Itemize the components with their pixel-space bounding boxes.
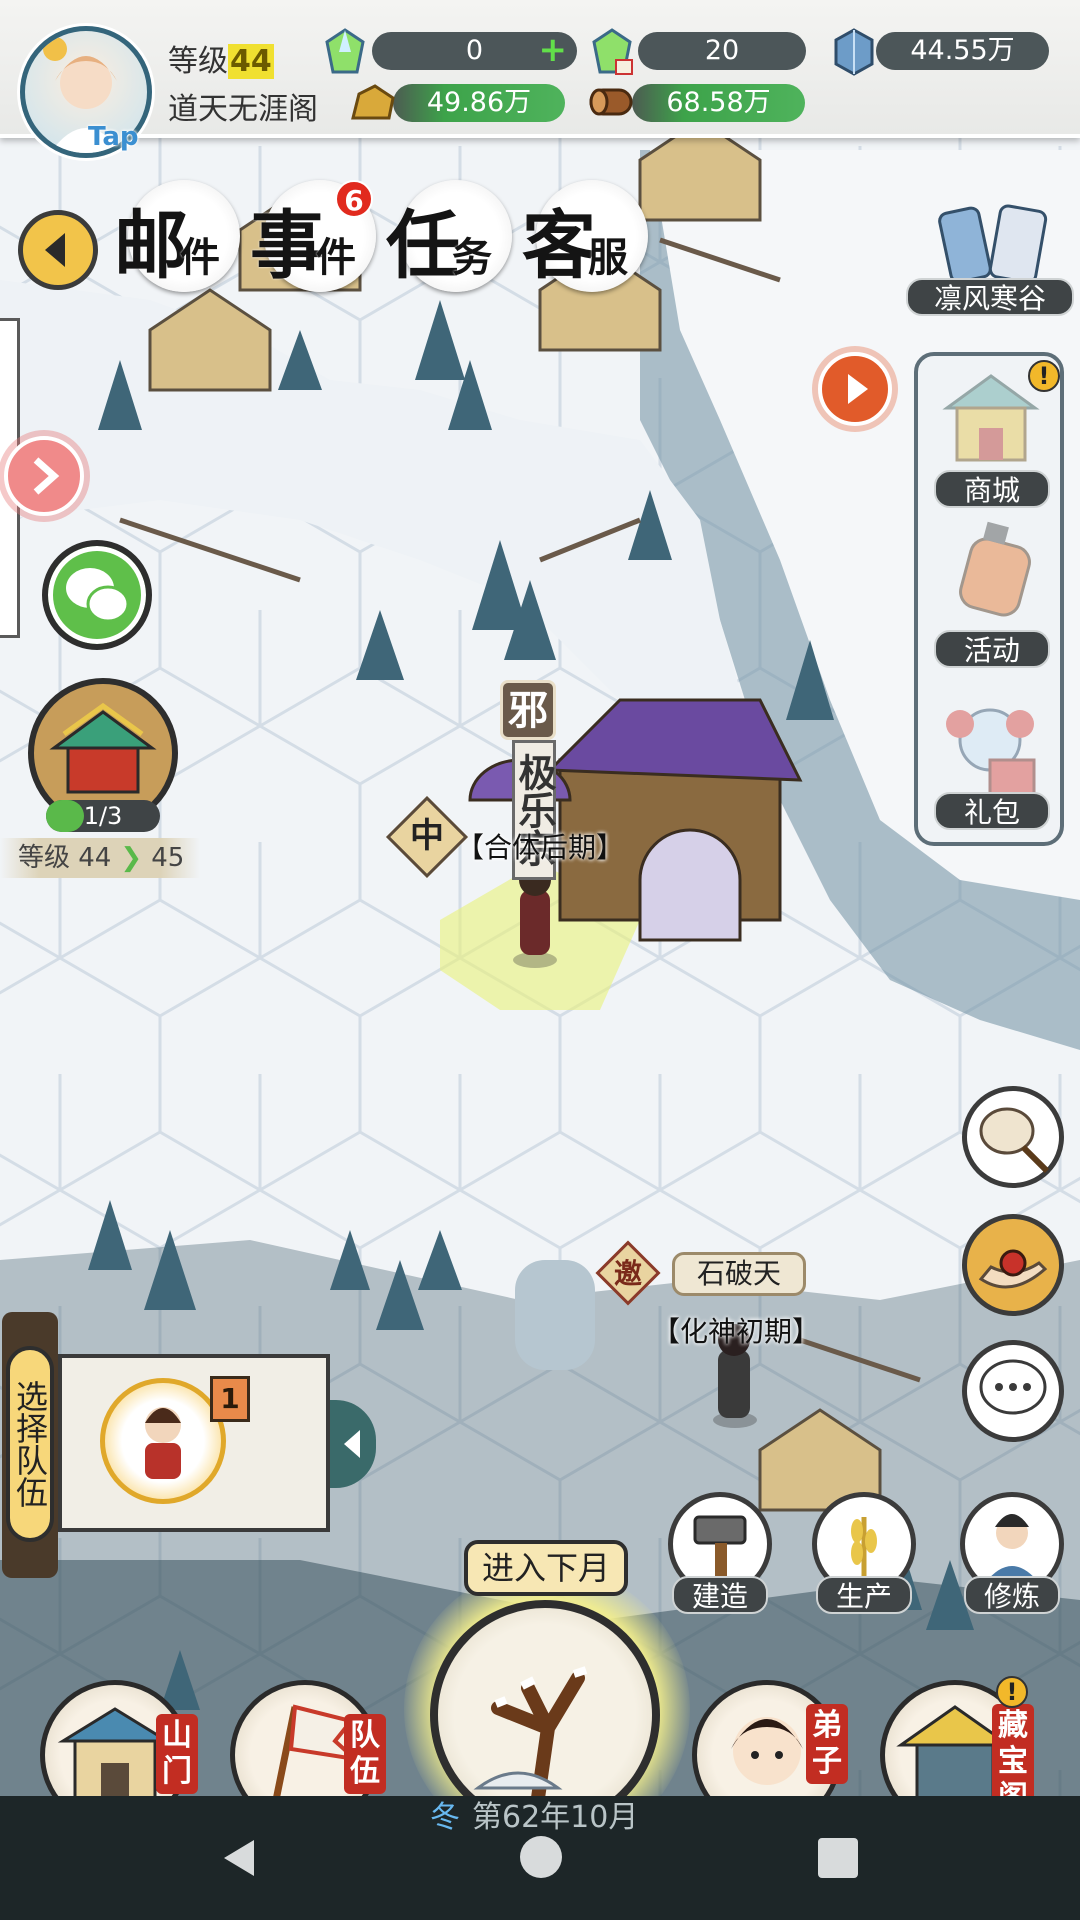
- triangle-left-icon: [344, 1430, 360, 1458]
- crystal-ticket-counter: 20: [638, 32, 806, 70]
- season-label: 冬: [430, 1800, 460, 1835]
- npc-invite-tag[interactable]: 邀: [605, 1252, 651, 1296]
- disciples-label: 弟子: [806, 1704, 848, 1784]
- chevron-right-icon: ❯: [111, 843, 152, 873]
- map-event-button[interactable]: [818, 352, 892, 426]
- customer-service-label: 客服: [522, 203, 628, 289]
- shop-alert-icon: !: [1028, 360, 1060, 392]
- catch-net-button[interactable]: [962, 1086, 1064, 1188]
- team-member-avatar[interactable]: [100, 1378, 226, 1504]
- gold-ore-counter: 49.86万: [393, 84, 565, 122]
- wood-log-value: 68.58万: [666, 87, 771, 118]
- team-label: 队伍: [344, 1714, 386, 1794]
- npc-name[interactable]: 石破天: [672, 1252, 806, 1296]
- left-drawer-toggle[interactable]: [4, 436, 84, 516]
- member-rank-badge: 1: [210, 1376, 250, 1422]
- level-to: 45: [151, 843, 185, 873]
- building-progress-text: 1/3: [83, 802, 123, 830]
- sect-realm: 【合体后期】: [456, 831, 625, 864]
- right-menu-panel: [914, 352, 1064, 846]
- crystal-ticket-value: 20: [704, 35, 740, 66]
- chat-bubble-icon: [979, 1359, 1047, 1415]
- blue-crystal-counter: 44.55万: [876, 32, 1049, 70]
- back-button[interactable]: [18, 210, 98, 290]
- spirit-crystal-counter: 0 +: [372, 32, 577, 70]
- player-level: 等级44: [168, 36, 274, 80]
- wechat-icon: [66, 568, 130, 623]
- next-month-tooltip[interactable]: 进入下月: [464, 1540, 628, 1596]
- sect-name: 道天无涯阁: [168, 92, 318, 127]
- alchemy-button[interactable]: [962, 1214, 1064, 1316]
- cultivate-label: 修炼: [964, 1576, 1060, 1614]
- avatar-tap-badge[interactable]: Tap: [88, 122, 139, 152]
- npc-realm: 【化神初期】: [652, 1315, 821, 1348]
- chevron-right-icon: [33, 457, 60, 495]
- sect-banner-top: 邪: [500, 680, 556, 740]
- building-level-upgrade: 等级 44 ❯ 45: [0, 838, 200, 878]
- treasure-alert-icon: !: [996, 1676, 1028, 1708]
- level-from: 等级 44: [18, 843, 112, 873]
- add-crystal-button[interactable]: +: [539, 32, 568, 68]
- game-date: 冬第62年10月: [430, 1796, 670, 1840]
- events-count-badge: 6: [335, 180, 373, 218]
- mail-label: 邮件: [114, 203, 220, 289]
- produce-label: 生产: [816, 1576, 912, 1614]
- spirit-crystal-icon: [325, 28, 365, 80]
- shop-label[interactable]: 商城: [934, 470, 1050, 508]
- wechat-button[interactable]: [42, 540, 152, 650]
- spirit-crystal-ticket-icon: [592, 28, 636, 82]
- chat-button[interactable]: [962, 1340, 1064, 1442]
- gift-pack-label[interactable]: 礼包: [934, 792, 1050, 830]
- level-value: 44: [228, 44, 274, 79]
- date-label: 第62年10月: [472, 1800, 639, 1835]
- select-team-button[interactable]: 选择队伍: [6, 1346, 54, 1542]
- events-label: 事件: [250, 203, 356, 289]
- wood-log-icon: [585, 80, 637, 126]
- gold-ore-value: 49.86万: [426, 87, 532, 118]
- sect-gate-label: 山门: [156, 1714, 198, 1794]
- build-label: 建造: [672, 1576, 768, 1614]
- play-icon: [848, 374, 868, 404]
- disciple-portrait-icon: [145, 1407, 181, 1479]
- hand-pill-icon: [978, 1249, 1048, 1289]
- customer-service-button[interactable]: 客服: [522, 180, 648, 292]
- team-panel-collapse[interactable]: [330, 1400, 376, 1488]
- blue-crystal-value: 44.55万: [910, 35, 1015, 66]
- activity-label[interactable]: 活动: [934, 630, 1050, 668]
- building-progress-bar: 1/3: [46, 800, 160, 832]
- mail-button[interactable]: 邮件: [114, 180, 240, 292]
- tasks-label: 任务: [386, 203, 492, 289]
- tasks-button[interactable]: 任务: [386, 180, 512, 292]
- system-recents-icon[interactable]: [818, 1838, 858, 1878]
- system-home-icon[interactable]: [520, 1836, 562, 1878]
- system-back-icon[interactable]: [218, 1836, 258, 1884]
- butterfly-net-icon: [979, 1107, 1050, 1174]
- gold-ore-icon: [349, 80, 397, 126]
- region-name[interactable]: 凛风寒谷: [906, 278, 1074, 316]
- sect-grade: 中: [410, 816, 444, 856]
- wood-log-counter: 68.58万: [632, 84, 805, 122]
- arrow-left-icon: [45, 233, 65, 267]
- blue-crystal-icon: [832, 28, 876, 80]
- spirit-crystal-value: 0: [465, 35, 484, 66]
- level-label: 等级: [168, 44, 228, 79]
- winter-tree-icon: [473, 1666, 588, 1805]
